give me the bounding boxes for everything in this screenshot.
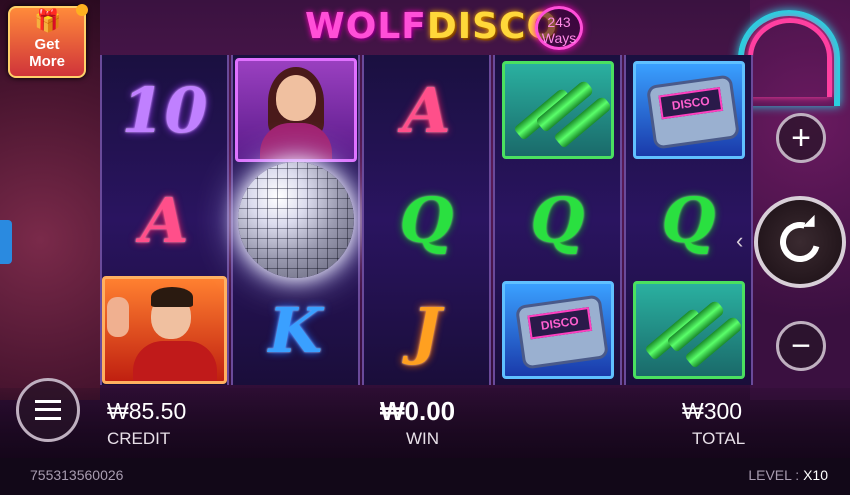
symbol-a: A	[402, 73, 451, 147]
logo-wolf-text: WOLF	[305, 6, 427, 47]
reel-1: 10 A	[100, 55, 229, 385]
symbol-cell: DISCO	[495, 275, 620, 385]
hamburger-menu-icon	[35, 400, 61, 420]
pager-device: DISCO	[514, 294, 609, 370]
credit-label: CREDIT	[107, 429, 171, 448]
get-more-label-line1: Get	[34, 36, 60, 53]
menu-button[interactable]	[16, 378, 80, 442]
spin-button[interactable]	[754, 196, 846, 288]
reel-area: 10 A K A Q J Q DISCO DISCO Q	[100, 55, 755, 385]
man-hand	[107, 297, 129, 337]
footer-bar: 755313560026 LEVEL : X10	[0, 458, 850, 495]
gift-icon: 🎁	[34, 8, 62, 33]
minus-icon: −	[791, 327, 811, 365]
symbol-cell	[626, 275, 751, 385]
pager-screen-text: DISCO	[526, 307, 592, 340]
symbol-cell	[233, 55, 358, 165]
symbol-cell	[495, 55, 620, 165]
bottles-symbol	[501, 61, 614, 159]
ways-label: Ways	[541, 30, 577, 46]
symbol-cell	[233, 162, 358, 278]
neon-arc-inner-decoration	[748, 18, 832, 97]
increase-bet-button[interactable]: +	[776, 113, 826, 163]
side-panel-tab[interactable]	[0, 220, 12, 264]
win-label: WIN	[406, 429, 440, 448]
symbol-cell: J	[364, 275, 489, 385]
credit-value: ₩85.50	[107, 398, 187, 424]
symbol-q: Q	[530, 183, 585, 257]
notification-dot	[76, 4, 88, 16]
man-hair	[151, 287, 193, 307]
symbol-k: K	[268, 293, 323, 367]
woman-face	[275, 75, 316, 121]
ways-number: 243	[547, 14, 571, 30]
symbol-10: 10	[121, 73, 208, 147]
reel-3: A Q J	[362, 55, 491, 385]
woman-outfit	[259, 123, 332, 159]
symbol-cell: 10	[102, 55, 227, 165]
symbol-cell	[102, 275, 227, 385]
pager-screen-text: DISCO	[657, 87, 723, 120]
symbol-cell: K	[233, 275, 358, 385]
get-more-button[interactable]: 🎁 Get More	[8, 4, 88, 78]
bottles-symbol	[632, 281, 745, 379]
level-value: X10	[803, 467, 828, 483]
pager-symbol: DISCO	[632, 61, 745, 159]
man-jacket	[133, 341, 217, 381]
total-bet-label: TOTAL	[692, 429, 746, 448]
symbol-cell: Q	[626, 165, 751, 275]
symbol-q: Q	[661, 183, 716, 257]
logo-title: WOLFDISCO	[305, 6, 558, 47]
symbol-a: A	[140, 183, 189, 257]
symbol-cell: Q	[364, 165, 489, 275]
plus-icon: +	[791, 119, 811, 157]
symbol-cell: DISCO	[626, 55, 751, 165]
total-bet-value: ₩300	[682, 398, 743, 424]
symbol-cell: A	[364, 55, 489, 165]
pager-symbol: DISCO	[501, 281, 614, 379]
reel-2: K	[231, 55, 360, 385]
symbol-cell: A	[102, 165, 227, 275]
woman-symbol	[234, 58, 357, 162]
level-indicator: LEVEL : X10	[748, 467, 828, 483]
spin-arrow-icon	[772, 214, 828, 270]
symbol-j: J	[411, 293, 442, 367]
game-logo: WOLFDISCO 243 Ways	[305, 2, 583, 52]
pager-device: DISCO	[645, 74, 740, 150]
man-symbol	[102, 276, 227, 384]
reel-5: DISCO Q	[624, 55, 753, 385]
disco-ball-symbol	[237, 162, 354, 278]
chevron-left-icon[interactable]: ‹	[736, 228, 743, 254]
level-label: LEVEL :	[748, 467, 804, 483]
decrease-bet-button[interactable]: −	[776, 321, 826, 371]
win-value: ₩0.00	[380, 396, 456, 426]
symbol-cell: Q	[495, 165, 620, 275]
symbol-q: Q	[399, 183, 454, 257]
session-id: 755313560026	[30, 467, 124, 483]
reel-4: Q DISCO	[493, 55, 622, 385]
ways-badge: 243 Ways	[535, 6, 583, 50]
get-more-label-line2: More	[29, 53, 65, 70]
